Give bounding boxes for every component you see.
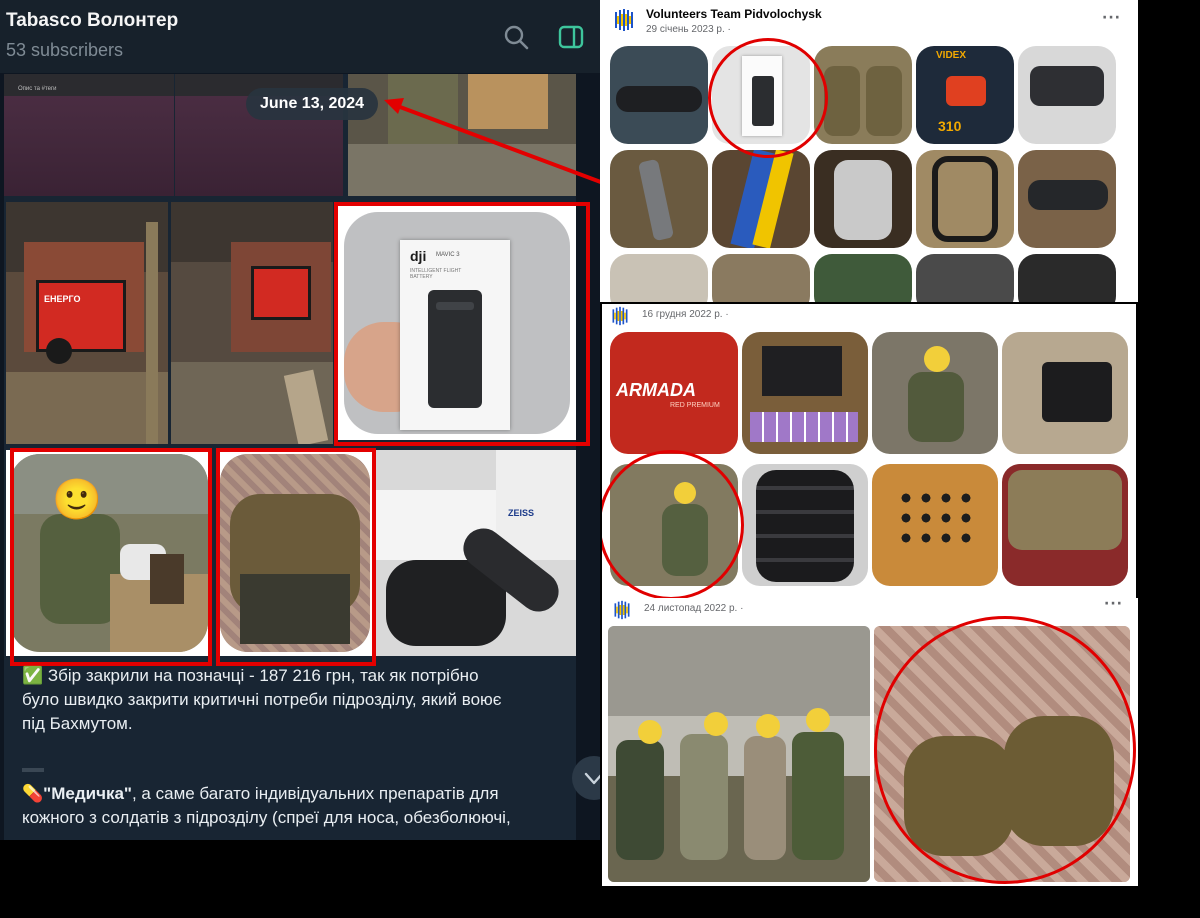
highlight-box xyxy=(216,448,376,666)
subscriber-count: 53 subscribers xyxy=(6,40,124,60)
photo-caption-label: Опис та #теги xyxy=(18,86,57,92)
post-photo[interactable]: Опис та #теги xyxy=(4,74,174,196)
photo-tile[interactable] xyxy=(742,332,868,454)
medic-paragraph: 💊"Медичка", а саме багато індивідуальних… xyxy=(22,782,567,830)
photo-tile[interactable] xyxy=(610,150,708,248)
page-avatar-icon[interactable] xyxy=(612,8,636,32)
photo-tile[interactable] xyxy=(814,150,912,248)
photo-tile[interactable] xyxy=(610,254,708,302)
armada-sub-label: RED PREMIUM xyxy=(670,402,720,409)
facebook-post: 24 листопад 2022 р. · ··· xyxy=(602,598,1138,886)
photo-tile[interactable] xyxy=(1018,46,1116,144)
pill-emoji-icon: 💊 xyxy=(22,784,44,803)
search-icon[interactable] xyxy=(503,24,529,50)
photo-tile[interactable] xyxy=(916,254,1014,302)
highlight-box xyxy=(10,448,212,666)
post-date[interactable]: 16 грудня 2022 р. · xyxy=(642,309,729,320)
page-avatar-icon[interactable] xyxy=(612,600,632,620)
facebook-post: 16 грудня 2022 р. · ARMADA RED PREMIUM xyxy=(602,304,1136,600)
photo-tile[interactable] xyxy=(712,254,810,302)
highlight-circle xyxy=(708,38,828,158)
medic-title: "Медичка" xyxy=(43,784,132,803)
message-line: кожного з солдатів з підрозділу (спреї д… xyxy=(22,808,511,827)
photo-tile[interactable] xyxy=(1002,464,1128,586)
post-date[interactable]: 29 січень 2023 р. · xyxy=(646,24,731,35)
generator-brand-label: ЕНЕРГО xyxy=(44,294,81,304)
post-date[interactable]: 24 листопад 2022 р. · xyxy=(644,603,743,614)
medic-text: , а саме багато індивідуальних препараті… xyxy=(131,784,499,803)
date-badge: June 13, 2024 xyxy=(246,88,379,120)
photo-tile[interactable]: ARMADA RED PREMIUM xyxy=(610,332,738,454)
post-photo-generator[interactable]: ЕНЕРГО xyxy=(6,202,168,444)
message-line: було швидко закрити критичні потреби під… xyxy=(22,690,502,709)
photo-tile[interactable] xyxy=(1018,150,1116,248)
divider xyxy=(22,768,44,772)
screenshot-collage: Tabasco Волонтер 53 subscribers Опис та … xyxy=(0,0,1200,918)
channel-title: Tabasco Волонтер xyxy=(6,10,179,31)
photo-tile[interactable] xyxy=(1018,254,1116,302)
photo-tile[interactable] xyxy=(712,150,810,248)
photo-tile[interactable] xyxy=(608,626,870,882)
more-options-icon[interactable]: ··· xyxy=(1102,10,1121,26)
photo-tile[interactable] xyxy=(872,464,998,586)
facebook-post: Volunteers Team Pidvolochysk 29 січень 2… xyxy=(600,0,1138,302)
photo-tile[interactable] xyxy=(872,332,998,454)
lamp-number-label: 310 xyxy=(938,118,962,134)
highlight-circle xyxy=(874,616,1136,884)
photo-tile[interactable] xyxy=(814,254,912,302)
photo-tile[interactable] xyxy=(742,464,868,586)
videx-label: VIDEX xyxy=(936,50,967,61)
highlight-circle xyxy=(602,450,744,600)
page-avatar-icon[interactable] xyxy=(610,306,630,326)
photo-tile[interactable] xyxy=(1002,332,1128,454)
channel-header[interactable]: Tabasco Волонтер 53 subscribers xyxy=(0,0,600,74)
zeiss-label: ZEISS xyxy=(508,508,535,518)
chevron-down-icon xyxy=(584,772,600,785)
photo-tile[interactable] xyxy=(814,46,912,144)
arrow-icon xyxy=(384,98,607,186)
message-text: ✅ Збір закрили на позначці - 187 216 грн… xyxy=(22,664,567,736)
page-name[interactable]: Volunteers Team Pidvolochysk xyxy=(646,7,822,21)
photo-tile[interactable] xyxy=(610,46,708,144)
more-options-icon[interactable]: ··· xyxy=(1104,598,1123,612)
sidebar-toggle-icon[interactable] xyxy=(558,25,584,49)
photo-tile[interactable] xyxy=(916,150,1014,248)
scroll-down-button[interactable] xyxy=(572,756,600,800)
message-line: під Бахмутом. xyxy=(22,714,133,733)
message-line: ✅ Збір закрили на позначці - 187 216 грн… xyxy=(22,666,479,685)
highlight-box xyxy=(334,202,590,446)
post-photo-thermal-scope[interactable]: ZEISS xyxy=(376,450,576,656)
armada-label: ARMADA xyxy=(616,380,696,400)
photo-tile[interactable]: VIDEX 310 xyxy=(916,46,1014,144)
post-photo-generator[interactable] xyxy=(171,202,333,444)
